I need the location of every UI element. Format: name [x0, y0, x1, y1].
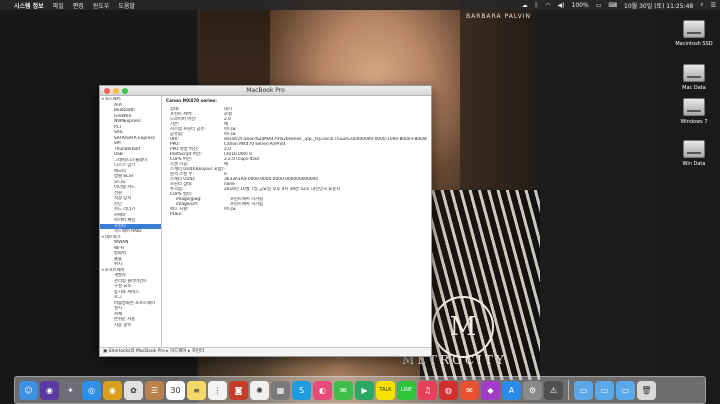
path-bar: ▣ Sherlocks의 MacBook Pro ▸ 하드웨어 ▸ 프린터 — [100, 347, 431, 356]
drive-icon — [683, 64, 705, 82]
dock-separator — [568, 380, 569, 400]
bluetooth-icon[interactable]: ᛒ — [535, 2, 539, 9]
desktop-icon-windows-7[interactable]: Windows 7 — [668, 98, 720, 125]
finder-icon[interactable]: ☺ — [19, 380, 38, 400]
detail-pane: Canon MX470 series: 상태: 대기 프린트 서버: 로컬 드라이버 버… — [162, 96, 431, 347]
wallpaper-brand: BARBARA PALVIN — [466, 13, 531, 20]
calendar-icon[interactable]: 30 — [166, 380, 185, 400]
minimize-button[interactable] — [113, 88, 119, 94]
property-row: PDEs: — [166, 212, 427, 217]
menu-bar: 시스템 정보 파일 편집 윈도우 도움말 ☁ ᛒ ◠ ◀) 100% ▭ ⌨ 1… — [0, 0, 720, 10]
skype-icon[interactable]: S — [292, 380, 311, 400]
line-icon[interactable]: LINE — [397, 380, 416, 400]
desktop-icon-win-data[interactable]: Win Data — [668, 140, 720, 167]
spotlight-icon[interactable]: ⌕ — [700, 1, 703, 9]
drive-icon — [683, 20, 705, 38]
cloud-icon[interactable]: ☁ — [522, 2, 528, 9]
music-icon[interactable]: ♫ — [418, 380, 437, 400]
camera-app-icon[interactable]: ◐ — [313, 380, 332, 400]
sidebar: 하드웨어ATABluetoothFireWireNVMExpressPCISAS… — [100, 96, 162, 347]
keyboard-icon[interactable]: ⌨ — [608, 2, 617, 9]
menu-clock[interactable]: 10월 30일 (토) 11:25:48 — [624, 1, 693, 10]
maximize-button[interactable] — [122, 88, 128, 94]
desktop-icon-label: Mac Data — [682, 85, 706, 91]
menu-help[interactable]: 도움말 — [118, 1, 135, 10]
trash-icon[interactable]: 🗑 — [637, 380, 656, 400]
property-value — [224, 212, 427, 217]
contacts-icon[interactable]: ☰ — [145, 380, 164, 400]
desktop-icon-label: Macintosh SSD — [675, 41, 713, 47]
system-information-window: MacBook Pro 하드웨어ATABluetoothFireWireNVME… — [99, 85, 432, 357]
menu-app-name[interactable]: 시스템 정보 — [14, 1, 44, 10]
chrome-icon[interactable]: ◉ — [103, 380, 122, 400]
menu-window[interactable]: 윈도우 — [93, 1, 110, 10]
kakaotalk-icon[interactable]: TALK — [376, 380, 395, 400]
wifi-icon[interactable]: ◠ — [545, 2, 550, 9]
documents-folder-icon[interactable]: ▭ — [616, 380, 635, 400]
menu-file[interactable]: 파일 — [53, 1, 64, 10]
folder-icon[interactable]: ▭ — [574, 380, 593, 400]
drive-icon — [683, 140, 705, 158]
launchpad-icon[interactable]: ✦ — [61, 380, 80, 400]
detail-heading: Canon MX470 series: — [166, 99, 217, 104]
property-list: 상태: 대기 프린트 서버: 로컬 드라이버 버전: 2.0 기본: 예 시스템 프린터 공유:… — [166, 107, 427, 217]
netease-icon[interactable]: ◍ — [439, 380, 458, 400]
wallpaper-logo: M — [432, 296, 494, 358]
downloads-folder-icon[interactable]: ▭ — [595, 380, 614, 400]
notification-center-icon[interactable]: ☰ — [711, 2, 716, 9]
facetime-icon[interactable]: ▶ — [355, 380, 374, 400]
messages-icon[interactable]: ✉ — [334, 380, 353, 400]
volume-icon[interactable]: ◀) — [558, 2, 565, 9]
siri-icon[interactable]: ◉ — [40, 380, 59, 400]
window-title: MacBook Pro — [246, 87, 285, 94]
desktop-icon-label: Windows 7 — [680, 119, 708, 125]
sidebar-item[interactable]: 시동 항목 — [100, 323, 161, 329]
screenshot-icon[interactable]: ▦ — [271, 380, 290, 400]
desktop-icon-macintosh-ssd[interactable]: Macintosh SSD — [668, 20, 720, 47]
app-store-icon[interactable]: A — [502, 380, 521, 400]
menu-edit[interactable]: 편집 — [73, 1, 84, 10]
gamecenter-icon[interactable]: ◆ — [481, 380, 500, 400]
battery-percent[interactable]: 100% — [572, 2, 589, 9]
close-button[interactable] — [104, 88, 110, 94]
dock: ☺ ◉ ✦ ◎ ◉ ✿ ☰ 30 ≡ ⋮ ◙ ✺ ▦ S ◐ ✉ ▶ TALK LINE ♫ ◍ ✉ ◆ A ⚙ ⚠ ▭ ▭ ▭ 🗑 — [14, 376, 706, 404]
photos-icon[interactable]: ✿ — [124, 380, 143, 400]
desktop-icon-label: Win Data — [682, 161, 706, 167]
reminders-icon[interactable]: ⋮ — [208, 380, 227, 400]
photo-booth-icon[interactable]: ◙ — [229, 380, 248, 400]
notes-icon[interactable]: ≡ — [187, 380, 206, 400]
activity-icon[interactable]: ⚠ — [544, 380, 563, 400]
window-titlebar[interactable]: MacBook Pro — [100, 86, 431, 96]
photos-app-icon[interactable]: ✺ — [250, 380, 269, 400]
mail-app-icon[interactable]: ✉ — [460, 380, 479, 400]
battery-icon[interactable]: ▭ — [596, 2, 602, 9]
desktop-icon-mac-data[interactable]: Mac Data — [668, 64, 720, 91]
preferences-icon[interactable]: ⚙ — [523, 380, 542, 400]
drive-icon — [683, 98, 705, 116]
safari-icon[interactable]: ◎ — [82, 380, 101, 400]
property-key: PDEs: — [170, 212, 183, 217]
